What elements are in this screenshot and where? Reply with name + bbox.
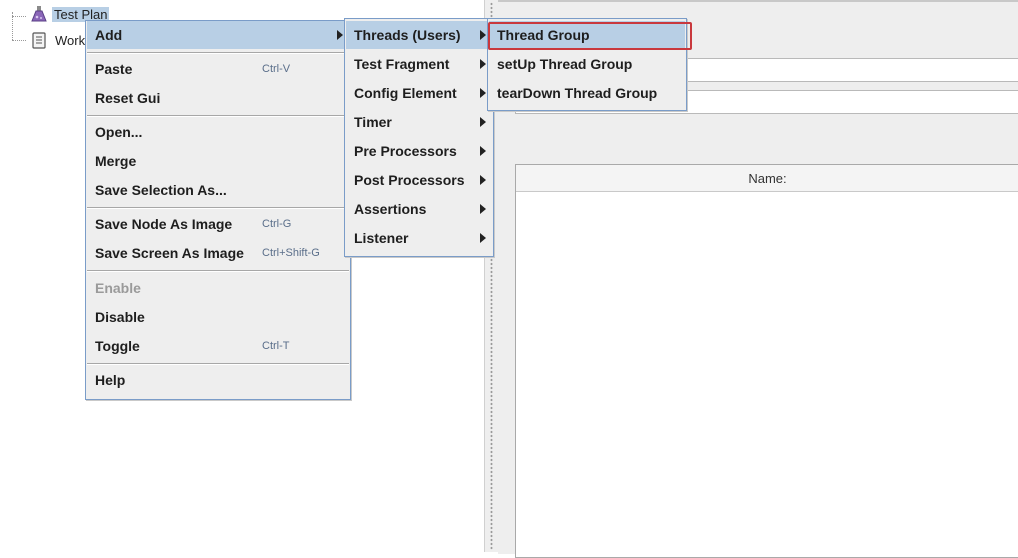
menu-item-timer[interactable]: Timer [346,108,492,136]
menu-item-teardown-thread-group[interactable]: tearDown Thread Group [489,79,685,107]
menu-separator [87,363,349,365]
shortcut-label: Ctrl-G [262,218,292,230]
menu-item-add[interactable]: Add [87,21,349,49]
menu-item-setup-thread-group[interactable]: setUp Thread Group [489,50,685,78]
menu-item-toggle[interactable]: Toggle Ctrl-T [87,332,349,360]
menu-item-post-processors[interactable]: Post Processors [346,166,492,194]
menu-separator [87,270,349,272]
menu-item-save-screen-as-image[interactable]: Save Screen As Image Ctrl+Shift-G [87,239,349,267]
menu-item-disable[interactable]: Disable [87,303,349,331]
menu-item-label: Test Fragment [354,56,450,72]
menu-item-label: Add [95,27,123,43]
menu-item-label: tearDown Thread Group [497,85,658,101]
shortcut-label: Ctrl-T [262,340,290,352]
menu-item-label: Open... [95,124,143,140]
menu-item-label: Reset Gui [95,90,161,106]
menu-item-label: Listener [354,230,409,246]
submenu-arrow-icon [480,117,486,127]
menu-item-label: Help [95,372,126,388]
menu-item-label: Threads (Users) [354,27,461,43]
submenu-arrow-icon [480,59,486,69]
menu-item-open[interactable]: Open... [87,118,349,146]
menu-separator [87,115,349,117]
menu-item-save-selection-as[interactable]: Save Selection As... [87,176,349,204]
menu-item-label: Save Screen As Image [95,245,244,261]
tree-node-workbench[interactable]: Work [55,33,85,48]
menu-item-label: Toggle [95,338,140,354]
submenu-arrow-icon [480,146,486,156]
add-submenu: Threads (Users) Test Fragment Config Ele… [344,18,494,257]
menu-item-reset-gui[interactable]: Reset Gui [87,84,349,112]
menu-item-help[interactable]: Help [87,366,349,394]
threads-submenu: Thread Group setUp Thread Group tearDown… [487,18,692,111]
flask-icon [30,5,47,22]
submenu-arrow-icon [480,204,486,214]
shortcut-label: Ctrl-V [262,63,291,75]
menu-item-config-element[interactable]: Config Element [346,79,492,107]
menu-item-label: Merge [95,153,137,169]
menu-item-label: Enable [95,280,141,296]
menu-item-label: Save Node As Image [95,216,233,232]
menu-item-label: Pre Processors [354,143,457,159]
table-header-name: Name: [516,165,1018,192]
tree-connector [12,16,26,17]
shortcut-label: Ctrl+Shift-G [262,247,320,259]
context-menu: Add Paste Ctrl-V Reset Gui Open... Merge… [85,20,351,400]
menu-item-assertions[interactable]: Assertions [346,195,492,223]
menu-item-enable: Enable [87,274,349,302]
tree-connector [12,40,26,41]
menu-item-threads-users[interactable]: Threads (Users) [346,21,492,49]
menu-separator [87,52,349,54]
submenu-arrow-icon [480,233,486,243]
menu-item-label: Post Processors [354,172,465,188]
menu-item-label: Disable [95,309,145,325]
menu-item-label: setUp Thread Group [497,56,633,72]
submenu-arrow-icon [480,175,486,185]
text-field[interactable] [681,58,1018,82]
highlight-box [488,22,692,50]
menu-item-test-fragment[interactable]: Test Fragment [346,50,492,78]
menu-item-label: Paste [95,61,133,77]
menu-item-pre-processors[interactable]: Pre Processors [346,137,492,165]
menu-item-label: Save Selection As... [95,182,227,198]
menu-item-paste[interactable]: Paste Ctrl-V [87,55,349,83]
submenu-arrow-icon [480,30,486,40]
menu-separator [87,207,349,209]
menu-item-label: Assertions [354,201,427,217]
arguments-table: Name: [515,164,1018,558]
menu-item-save-node-as-image[interactable]: Save Node As Image Ctrl-G [87,210,349,238]
menu-item-label: Config Element [354,85,457,101]
menu-item-listener[interactable]: Listener [346,224,492,252]
submenu-arrow-icon [337,30,343,40]
menu-item-label: Timer [354,114,392,130]
menu-item-merge[interactable]: Merge [87,147,349,175]
submenu-arrow-icon [480,88,486,98]
workbench-icon [30,31,46,49]
